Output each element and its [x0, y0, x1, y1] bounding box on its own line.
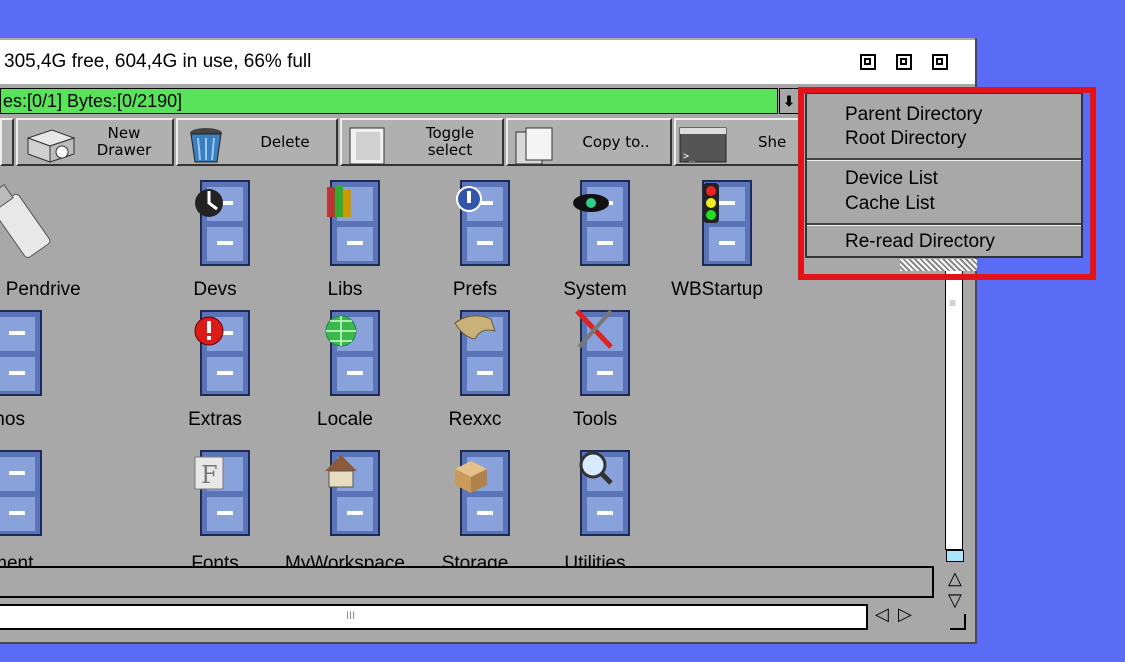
- icon-label: Locale: [317, 409, 373, 430]
- scroll-left-arrow-icon[interactable]: ◁: [875, 604, 889, 625]
- iconify-icon[interactable]: [932, 54, 948, 70]
- books-cabinet-icon: [327, 180, 380, 266]
- vertical-scrollbar[interactable]: ≡ △ ▽: [940, 260, 970, 610]
- shell-icon: >_: [679, 127, 727, 163]
- title-bar[interactable]: 305,4G free, 604,4G in use, 66% full: [0, 40, 975, 84]
- icon-label: Tools: [572, 409, 618, 430]
- icon-utilities[interactable]: Utilities: [530, 443, 660, 583]
- new-drawer-label: New Drawer: [96, 124, 152, 159]
- vertical-scroll-knob[interactable]: [946, 550, 964, 562]
- status-bar: es:[0/1] Bytes:[0/2190]: [0, 88, 778, 114]
- resize-handle-icon[interactable]: [950, 614, 966, 630]
- icon-fonts[interactable]: F Fonts: [150, 443, 280, 583]
- traffic-light-cabinet-icon: [702, 180, 752, 266]
- warning-cabinet-icon: [194, 310, 250, 396]
- svg-text:>_: >_: [683, 151, 696, 162]
- toolbar-button-partial[interactable]: [0, 118, 14, 166]
- drawer-cabinet-icon: [0, 310, 42, 396]
- vertical-scroll-track[interactable]: ≡: [945, 260, 963, 550]
- icon-wbstartup[interactable]: WBStartup: [652, 173, 782, 313]
- icon-label: WBStartup: [671, 279, 763, 300]
- home-cabinet-icon: [325, 450, 380, 536]
- down-arrow-icon: ⬇: [783, 93, 795, 109]
- icon-myworkspace[interactable]: MyWorkspace: [280, 443, 410, 583]
- icon-label: ation Pendrive: [0, 279, 81, 300]
- box-cabinet-icon: [455, 450, 510, 536]
- system-cabinet-icon: [573, 180, 630, 266]
- icon-prefs[interactable]: Prefs: [410, 173, 540, 313]
- prefs-cabinet-icon: [456, 180, 510, 266]
- menu-arrow-button[interactable]: ⬇: [779, 88, 799, 114]
- scroll-up-arrow-icon[interactable]: △: [948, 568, 962, 589]
- drawer-cabinet-icon: [0, 450, 42, 536]
- icon-storage[interactable]: Storage: [410, 443, 540, 583]
- status-text: es:[0/1] Bytes:[0/2190]: [3, 91, 183, 111]
- window-title: 305,4G free, 604,4G in use, 66% full: [4, 51, 312, 72]
- horizontal-scrollbar[interactable]: III: [0, 604, 868, 630]
- icon-label: Rexxc: [448, 409, 502, 430]
- font-cabinet-icon: F: [194, 450, 250, 536]
- toggle-select-label: Toggle select: [425, 124, 475, 159]
- icon-label: mos: [0, 409, 25, 430]
- icon-locale[interactable]: Locale: [280, 303, 410, 443]
- scroll-right-arrow-icon[interactable]: ▷: [898, 604, 912, 625]
- toggle-select-button[interactable]: Toggle select: [340, 118, 504, 166]
- dinosaur-cabinet-icon: [454, 310, 510, 396]
- magnifier-cabinet-icon: [579, 450, 630, 536]
- copy-to-label: Copy to..: [582, 133, 650, 151]
- icon-environment[interactable]: nment: [0, 443, 72, 583]
- icon-label: Libs: [327, 279, 363, 300]
- icon-devs[interactable]: Devs: [150, 173, 280, 313]
- highlight-box: [798, 87, 1096, 280]
- icon-label: Extras: [188, 409, 242, 430]
- icon-libs[interactable]: Libs: [280, 173, 410, 313]
- tools-cabinet-icon: [575, 309, 630, 396]
- icon-label: System: [563, 279, 627, 300]
- icon-label: Prefs: [452, 279, 498, 300]
- shell-label: She: [758, 133, 787, 151]
- trashcan-icon: [190, 128, 222, 163]
- zoom-icon[interactable]: [860, 54, 876, 70]
- svg-text:F: F: [201, 461, 218, 489]
- icon-demos[interactable]: mos: [0, 303, 72, 443]
- new-drawer-button[interactable]: New Drawer: [16, 118, 174, 166]
- page-icon: [349, 127, 385, 165]
- icon-tools[interactable]: Tools: [530, 303, 660, 443]
- scroll-grip-mark: ≡: [949, 296, 957, 310]
- drawer-icon: [26, 129, 76, 163]
- shell-button[interactable]: >_ She: [674, 118, 800, 166]
- icon-rexxc[interactable]: Rexxc: [410, 303, 540, 443]
- path-field[interactable]: [0, 566, 934, 598]
- globe-cabinet-icon: [325, 310, 380, 396]
- icon-system[interactable]: System: [530, 173, 660, 313]
- copy-icon: [515, 127, 553, 165]
- copy-to-button[interactable]: Copy to..: [506, 118, 672, 166]
- icon-label: Devs: [193, 279, 237, 300]
- toolbar: New Drawer Delete Toggle select Copy to.…: [0, 118, 800, 166]
- icon-pendrive[interactable]: ation Pendrive: [0, 173, 85, 313]
- usb-drive-icon: [0, 183, 51, 258]
- depth-icon[interactable]: [896, 54, 912, 70]
- drawer-cabinet-icon: [195, 180, 250, 266]
- delete-button[interactable]: Delete: [176, 118, 338, 166]
- icon-extras[interactable]: Extras: [150, 303, 280, 443]
- delete-label: Delete: [260, 133, 310, 151]
- scroll-down-arrow-icon[interactable]: ▽: [948, 590, 962, 611]
- scroll-grip-mark: III: [346, 610, 356, 622]
